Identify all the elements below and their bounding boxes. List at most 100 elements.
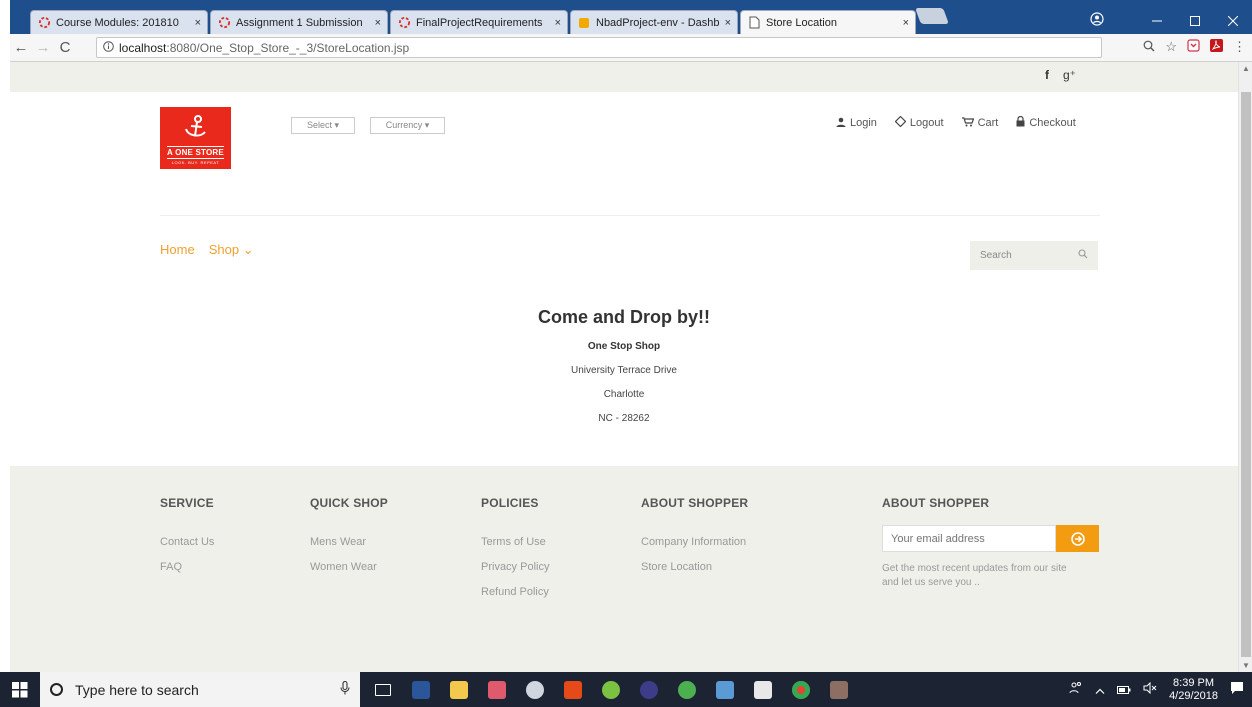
game-icon[interactable] (820, 672, 858, 707)
taskbar-apps (364, 672, 858, 707)
info-icon[interactable] (103, 40, 114, 55)
refund-link[interactable]: Refund Policy (481, 580, 549, 605)
tab-nbad-dashboard[interactable]: NbadProject-env - Dashb × (570, 10, 738, 34)
chrome-icon[interactable] (782, 672, 820, 707)
privacy-link[interactable]: Privacy Policy (481, 555, 549, 580)
new-tab-button[interactable] (915, 8, 949, 24)
file-explorer-icon[interactable] (440, 672, 478, 707)
back-icon[interactable]: ← (10, 39, 32, 56)
sticky-notes-icon[interactable] (744, 672, 782, 707)
scroll-down-icon[interactable]: ▼ (1242, 661, 1250, 670)
nav-home[interactable]: Home (160, 242, 195, 258)
windows-taskbar: Type here to search 8:39 PM 4/29/2018 (0, 672, 1252, 707)
cart-link[interactable]: Cart (961, 116, 999, 130)
volume-mute-icon[interactable] (1143, 681, 1157, 697)
close-tab-icon[interactable]: × (725, 17, 731, 29)
mens-wear-link[interactable]: Mens Wear (310, 530, 388, 555)
intellij-icon[interactable] (592, 672, 630, 707)
eclipse-icon[interactable] (630, 672, 668, 707)
header: A ONE STORE LOOK. BUY. REPEAT Select ▾ C… (10, 92, 1238, 216)
scrollbar-thumb[interactable] (1241, 92, 1251, 657)
pdf-extension-icon[interactable] (1210, 39, 1223, 55)
cart-label: Cart (977, 117, 999, 129)
address-bar[interactable]: localhost:8080/One_Stop_Store_-_3/StoreL… (96, 37, 1102, 58)
word-icon[interactable] (402, 672, 440, 707)
email-field[interactable] (882, 525, 1056, 552)
bookmark-star-icon[interactable]: ☆ (1165, 39, 1177, 55)
microphone-icon[interactable] (340, 680, 350, 698)
select-dropdown[interactable]: Select ▾ (291, 117, 355, 134)
tab-title: Store Location (766, 16, 837, 29)
minimize-icon[interactable] (1138, 13, 1176, 29)
close-tab-icon[interactable]: × (195, 17, 201, 29)
tab-strip: Course Modules: 201810 × Assignment 1 Su… (10, 8, 1252, 34)
logo-name: A ONE STORE (167, 146, 224, 159)
close-tab-icon[interactable]: × (555, 17, 561, 29)
menu-kebab-icon[interactable]: ⋮ (1233, 39, 1246, 55)
scroll-up-icon[interactable]: ▲ (1242, 64, 1250, 73)
currency-dropdown[interactable]: Currency ▾ (370, 117, 445, 134)
clock-date: 4/29/2018 (1169, 689, 1218, 702)
profile-icon[interactable] (1090, 12, 1104, 29)
search-icon[interactable] (1078, 249, 1088, 262)
chevron-up-icon[interactable] (1095, 683, 1105, 697)
web-page: f g⁺ A ONE STORE LOOK. BUY. REPEAT Selec… (10, 62, 1238, 672)
checkout-link[interactable]: Checkout (1016, 115, 1076, 130)
toolbar-actions: ☆ ⋮ (1143, 39, 1246, 55)
nav-shop[interactable]: Shop ⌄ (209, 242, 254, 258)
tab-course-modules[interactable]: Course Modules: 201810 × (30, 10, 208, 34)
store-location-link[interactable]: Store Location (641, 555, 748, 580)
store-logo[interactable]: A ONE STORE LOOK. BUY. REPEAT (160, 107, 231, 169)
office-icon[interactable] (554, 672, 592, 707)
subscribe-button[interactable] (1056, 525, 1099, 552)
store-location-content: Come and Drop by!! One Stop Shop Univers… (10, 307, 1238, 431)
faq-link[interactable]: FAQ (160, 555, 214, 580)
user-nav: Login Logout Cart Checkout (836, 115, 1076, 130)
company-info-link[interactable]: Company Information (641, 530, 748, 555)
ide-icon[interactable] (478, 672, 516, 707)
reload-icon[interactable]: C (54, 39, 76, 56)
tab-assignment-submission[interactable]: Assignment 1 Submission × (210, 10, 388, 34)
taskbar-clock[interactable]: 8:39 PM 4/29/2018 (1169, 677, 1218, 703)
facebook-icon[interactable]: f (1045, 68, 1049, 82)
installer-icon[interactable] (706, 672, 744, 707)
people-icon[interactable] (1069, 681, 1083, 698)
tab-title: Course Modules: 201810 (56, 16, 179, 29)
pocket-extension-icon[interactable] (1187, 39, 1200, 55)
tab-final-project[interactable]: FinalProjectRequirements × (390, 10, 568, 34)
loading-circle-icon (37, 16, 51, 30)
anchor-icon (183, 114, 209, 144)
page-scrollbar[interactable]: ▲ ▼ (1238, 62, 1252, 672)
close-window-icon[interactable] (1214, 13, 1252, 29)
snipping-tool-icon[interactable] (516, 672, 554, 707)
address-state-zip: NC - 28262 (598, 413, 650, 424)
windows-start-icon[interactable] (0, 672, 40, 707)
contact-us-link[interactable]: Contact Us (160, 530, 214, 555)
social-links: f g⁺ (1045, 68, 1076, 82)
search-input[interactable]: Search (970, 241, 1098, 270)
close-tab-icon[interactable]: × (375, 17, 381, 29)
zoom-icon[interactable] (1143, 40, 1155, 55)
main-nav: Home Shop ⌄ (160, 242, 254, 258)
terms-link[interactable]: Terms of Use (481, 530, 549, 555)
task-view-icon[interactable] (364, 672, 402, 707)
url-host: localhost (119, 40, 167, 55)
forward-icon[interactable]: → (32, 39, 54, 56)
spring-icon[interactable] (668, 672, 706, 707)
footer-quick-shop: QUICK SHOP Mens Wear Women Wear (310, 496, 388, 580)
women-wear-link[interactable]: Women Wear (310, 555, 388, 580)
footer: SERVICE Contact Us FAQ QUICK SHOP Mens W… (10, 466, 1238, 672)
loading-circle-icon (217, 16, 231, 30)
battery-icon[interactable] (1117, 683, 1131, 697)
taskbar-search-placeholder: Type here to search (75, 681, 199, 698)
tab-title: Assignment 1 Submission (236, 16, 363, 29)
system-tray: 8:39 PM 4/29/2018 (1069, 672, 1252, 707)
google-plus-icon[interactable]: g⁺ (1063, 68, 1076, 82)
close-tab-icon[interactable]: × (903, 17, 909, 29)
tab-store-location[interactable]: Store Location × (740, 10, 916, 34)
login-link[interactable]: Login (836, 116, 877, 130)
notifications-icon[interactable] (1230, 681, 1244, 698)
taskbar-search[interactable]: Type here to search (40, 672, 360, 707)
maximize-icon[interactable] (1176, 13, 1214, 29)
logout-link[interactable]: Logout (894, 115, 944, 130)
